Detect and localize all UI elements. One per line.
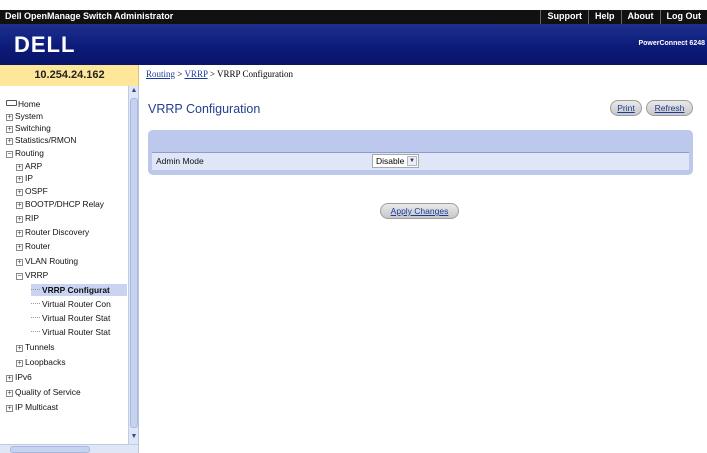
expand-icon[interactable]: + (6, 390, 13, 397)
scroll-up-icon[interactable]: ▲ (129, 86, 139, 96)
expand-icon[interactable]: + (16, 345, 23, 352)
breadcrumb-separator: > (207, 69, 218, 79)
breadcrumb-routing[interactable]: Routing (146, 69, 175, 79)
vertical-scrollbar[interactable]: ▲ ▼ (128, 86, 138, 444)
logo-text: DELL (14, 32, 75, 57)
tree-item-routing[interactable]: − Routing (6, 147, 44, 159)
expand-icon[interactable]: + (16, 176, 23, 183)
expand-icon[interactable]: + (16, 164, 23, 171)
tree-item-loopbacks[interactable]: + Loopbacks (16, 356, 66, 368)
horizontal-scroll-thumb[interactable] (10, 446, 90, 453)
product-name: PowerConnect 6248 (638, 40, 705, 47)
tree-line (31, 303, 40, 304)
panel-header (148, 130, 693, 152)
tree-item-vrrp[interactable]: − VRRP (16, 269, 48, 281)
page-title: VRRP Configuration (148, 102, 261, 116)
tree-item-ip[interactable]: + IP (16, 172, 33, 184)
tree-item-virtual-router-status[interactable]: Virtual Router Stat (31, 312, 110, 324)
tree-item-ip-multicast[interactable]: + IP Multicast (6, 401, 58, 413)
vertical-scroll-thumb[interactable] (130, 98, 138, 428)
tree-item-arp[interactable]: + ARP (16, 160, 42, 172)
expand-icon[interactable]: + (16, 202, 23, 209)
tree-item-statistics-rmon[interactable]: + Statistics/RMON (6, 134, 76, 146)
navigation-tree: Home + System + Switching + Statistics/RMON… (0, 86, 127, 444)
tree-item-rip[interactable]: + RIP (16, 212, 39, 224)
tree-item-vrrp-configuration[interactable]: VRRP Configurat (31, 284, 127, 296)
tree-line (31, 331, 40, 332)
expand-icon[interactable]: + (6, 405, 13, 412)
top-bar: Dell OpenManage Switch Administrator Sup… (0, 10, 707, 24)
sidebar: Home + System + Switching + Statistics/RMON… (0, 86, 139, 453)
collapse-icon[interactable]: − (16, 273, 23, 280)
breadcrumb: Routing > VRRP > VRRP Configuration (146, 69, 293, 79)
horizontal-scrollbar[interactable] (0, 444, 138, 453)
logout-link[interactable]: Log Out (659, 10, 707, 24)
tree-line (31, 289, 40, 290)
tree-item-virtual-router-config[interactable]: Virtual Router Con (31, 298, 111, 310)
expand-icon[interactable]: + (16, 360, 23, 367)
expand-icon[interactable]: + (16, 230, 23, 237)
expand-icon[interactable]: + (16, 216, 23, 223)
expand-icon[interactable]: + (6, 126, 13, 133)
chevron-down-icon[interactable]: ▼ (407, 156, 417, 166)
ip-address: 10.254.24.162 (34, 69, 105, 81)
banner: DELL PowerConnect 6248 (0, 24, 707, 65)
tree-line (31, 317, 40, 318)
tree-item-system[interactable]: + System (6, 110, 43, 122)
tree-item-switching[interactable]: + Switching (6, 122, 51, 134)
expand-icon[interactable]: + (16, 244, 23, 251)
expand-icon[interactable]: + (6, 138, 13, 145)
admin-mode-label: Admin Mode (156, 156, 204, 166)
tree-item-router[interactable]: + Router (16, 240, 50, 252)
apply-changes-button[interactable]: Apply Changes (380, 203, 459, 219)
top-links: Support Help About Log Out (540, 10, 707, 24)
tree-item-home[interactable]: Home (6, 98, 40, 110)
refresh-button[interactable]: Refresh (646, 100, 693, 116)
breadcrumb-vrrp[interactable]: VRRP (184, 69, 207, 79)
tree-item-router-discovery[interactable]: + Router Discovery (16, 226, 89, 238)
app-title: Dell OpenManage Switch Administrator (5, 11, 174, 21)
ip-row: 10.254.24.162 (0, 65, 139, 86)
admin-mode-value: Disable (376, 156, 405, 166)
tree-item-quality-of-service[interactable]: + Quality of Service (6, 386, 81, 398)
expand-icon[interactable]: + (16, 259, 23, 266)
tree-item-tunnels[interactable]: + Tunnels (16, 341, 54, 353)
expand-icon[interactable]: + (6, 114, 13, 121)
support-link[interactable]: Support (540, 10, 588, 24)
expand-icon[interactable]: + (16, 189, 23, 196)
tree-item-ipv6[interactable]: + IPv6 (6, 371, 32, 383)
config-panel: Admin Mode Disable ▼ (148, 130, 693, 175)
tree-item-bootp-dhcp-relay[interactable]: + BOOTP/DHCP Relay (16, 198, 104, 210)
scroll-down-icon[interactable]: ▼ (129, 432, 139, 442)
help-link[interactable]: Help (587, 10, 621, 24)
breadcrumb-current: VRRP Configuration (217, 69, 293, 79)
admin-mode-row: Admin Mode Disable ▼ (152, 152, 689, 170)
tree-item-vlan-routing[interactable]: + VLAN Routing (16, 255, 78, 267)
expand-icon[interactable]: + (6, 375, 13, 382)
tree-item-ospf[interactable]: + OSPF (16, 185, 48, 197)
about-link[interactable]: About (620, 10, 660, 24)
home-icon (6, 100, 17, 106)
collapse-icon[interactable]: − (6, 151, 13, 158)
print-button[interactable]: Print (610, 100, 642, 116)
admin-mode-select[interactable]: Disable ▼ (372, 154, 419, 168)
tree-item-virtual-router-statistics[interactable]: Virtual Router Stat (31, 326, 110, 338)
dell-logo: DELL (14, 32, 75, 57)
